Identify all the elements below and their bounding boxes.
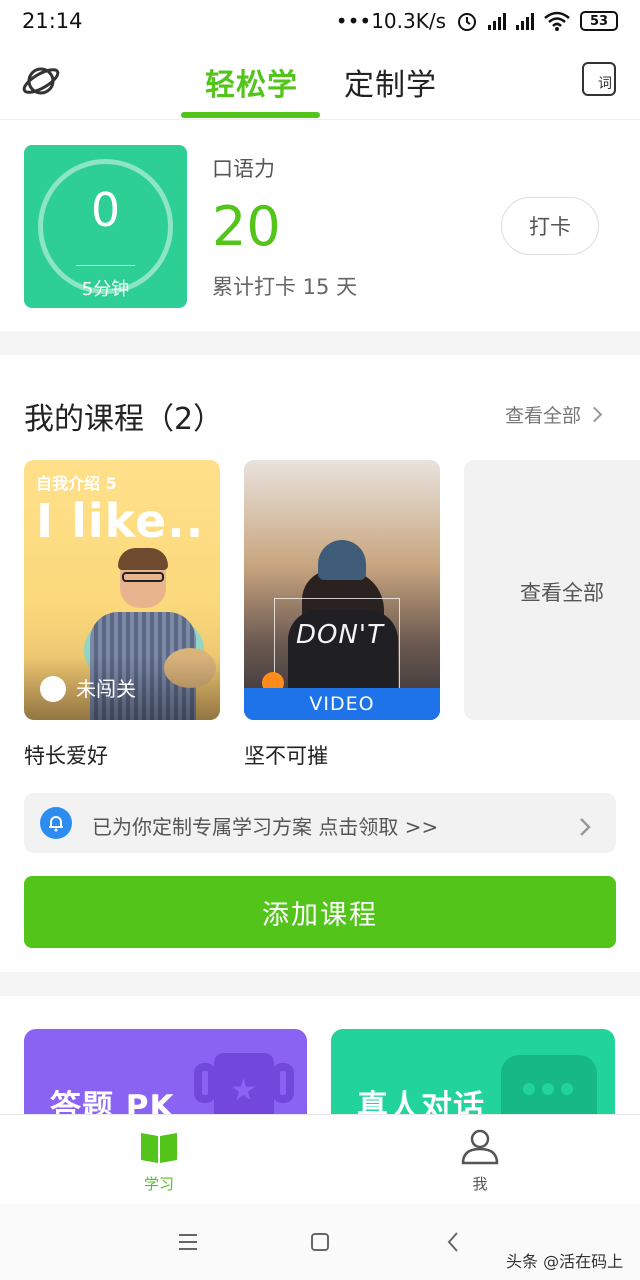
trophy-icon: ★ bbox=[194, 1053, 294, 1115]
wifi-icon bbox=[544, 11, 570, 31]
course-status: 未闯关 bbox=[76, 677, 136, 701]
nav-label: 我 bbox=[472, 1175, 488, 1193]
checkin-button[interactable]: 打卡 bbox=[501, 197, 599, 255]
chevron-right-icon bbox=[586, 406, 603, 423]
signal-icon bbox=[516, 12, 534, 30]
custom-plan-banner[interactable]: 已为你定制专属学习方案 点击领取 >> bbox=[24, 793, 616, 853]
alarm-icon bbox=[458, 13, 476, 31]
timer-divider bbox=[76, 265, 135, 266]
chevron-right-icon bbox=[580, 818, 591, 836]
feature-title: 真人对话 bbox=[357, 1089, 485, 1115]
timer-value: 0 bbox=[90, 183, 121, 237]
video-badge: VIDEO bbox=[244, 688, 440, 720]
bell-icon bbox=[40, 807, 72, 839]
view-all-card[interactable]: 查看全部 bbox=[464, 460, 640, 720]
person-icon bbox=[461, 1129, 499, 1165]
quiz-pk-tile[interactable]: ★ 答题 PK bbox=[24, 1029, 307, 1115]
view-all-card-label: 查看全部 bbox=[520, 581, 604, 605]
active-tab-indicator bbox=[181, 112, 320, 118]
view-all-courses-link[interactable]: 查看全部 bbox=[505, 401, 603, 428]
add-course-button[interactable]: 添加课程 bbox=[24, 876, 616, 948]
course-card-hobbies[interactable]: 自我介绍 5 I like.. 未闯关 bbox=[24, 460, 220, 720]
dictionary-icon-label: 词 bbox=[598, 76, 612, 92]
course-cover-text: I like.. bbox=[36, 494, 205, 548]
feature-title: 答题 PK bbox=[50, 1089, 175, 1115]
status-icons: •••10.3K/s 53 bbox=[336, 9, 618, 33]
status-dot-icon bbox=[40, 676, 66, 702]
watermark: 头条 @活在码上 bbox=[506, 1252, 624, 1271]
timer-goal: 5分钟 bbox=[81, 279, 130, 300]
back-icon[interactable] bbox=[442, 1230, 466, 1254]
chat-bubble-icon bbox=[501, 1055, 613, 1115]
course-cover-text: DON'T bbox=[296, 620, 384, 650]
nav-item-me[interactable]: 我 bbox=[420, 1115, 540, 1205]
battery-icon: 53 bbox=[580, 11, 618, 31]
home-icon[interactable] bbox=[308, 1230, 332, 1254]
streak-text: 累计打卡 15 天 bbox=[212, 275, 358, 299]
status-bar: 21:14 •••10.3K/s 53 bbox=[0, 0, 640, 42]
view-all-label: 查看全部 bbox=[505, 405, 582, 427]
hd-signal-icon bbox=[488, 12, 506, 30]
custom-plan-text: 已为你定制专属学习方案 点击领取 >> bbox=[92, 815, 439, 839]
system-nav-bar: 头条 @活在码上 bbox=[0, 1204, 640, 1280]
course-card-unbreakable[interactable]: DON'T VIDEO bbox=[244, 460, 440, 720]
skill-label: 口语力 bbox=[212, 157, 275, 181]
nav-label: 学习 bbox=[143, 1175, 174, 1193]
course-title: 坚不可摧 bbox=[244, 744, 328, 768]
my-courses-title: 我的课程（2） bbox=[24, 402, 224, 437]
tab-easy-learn[interactable]: 轻松学 bbox=[205, 60, 298, 104]
network-speed: •••10.3K/s bbox=[335, 9, 446, 33]
section-divider bbox=[0, 331, 640, 355]
skill-score: 20 bbox=[212, 195, 281, 258]
planet-icon[interactable] bbox=[20, 60, 62, 102]
live-conversation-tile[interactable]: 真人对话 bbox=[331, 1029, 615, 1115]
course-title: 特长爱好 bbox=[24, 744, 108, 768]
dictionary-icon[interactable]: 词 bbox=[582, 62, 616, 96]
tab-custom-learn[interactable]: 定制学 bbox=[344, 60, 437, 104]
course-tag: 自我介绍 5 bbox=[36, 474, 117, 493]
status-time: 21:14 bbox=[22, 9, 83, 33]
menu-icon[interactable] bbox=[176, 1230, 200, 1254]
top-nav: 轻松学 定制学 词 bbox=[0, 42, 640, 120]
daily-timer-tile[interactable]: 0 5分钟 bbox=[24, 145, 187, 308]
section-divider bbox=[0, 972, 640, 996]
checkin-card: 0 5分钟 口语力 20 累计打卡 15 天 打卡 bbox=[0, 121, 640, 331]
bottom-nav: 学习 我 bbox=[0, 1114, 640, 1204]
book-icon bbox=[141, 1133, 177, 1163]
nav-item-study[interactable]: 学习 bbox=[99, 1115, 219, 1205]
